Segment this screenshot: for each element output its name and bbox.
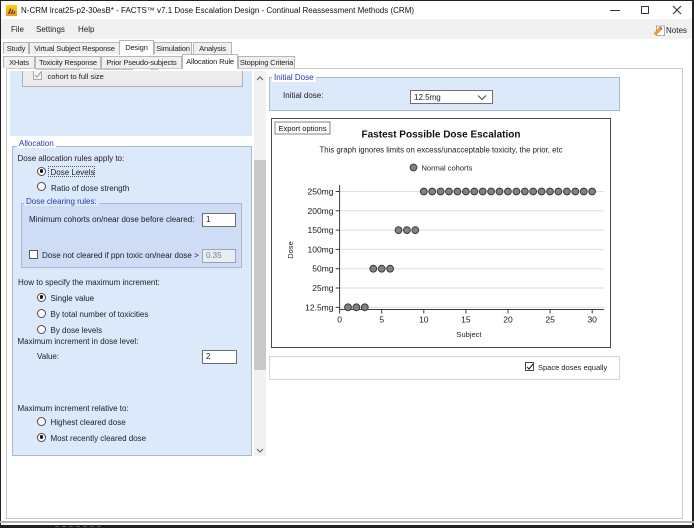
svg-text:10: 10: [419, 315, 429, 325]
svg-text:This graph ignores limits on e: This graph ignores limits on excess/unac…: [320, 146, 563, 155]
svg-text:150mg: 150mg: [308, 225, 334, 235]
svg-text:30: 30: [587, 315, 597, 325]
svg-text:50mg: 50mg: [312, 264, 334, 274]
svg-text:15: 15: [461, 315, 471, 325]
svg-text:Dose: Dose: [286, 241, 295, 259]
svg-text:25: 25: [545, 315, 555, 325]
svg-text:100mg: 100mg: [308, 244, 334, 254]
svg-text:200mg: 200mg: [308, 206, 334, 216]
svg-text:250mg: 250mg: [308, 187, 334, 197]
svg-text:Normal cohorts: Normal cohorts: [422, 164, 473, 173]
svg-text:20: 20: [503, 315, 513, 325]
svg-text:25mg: 25mg: [312, 283, 334, 293]
svg-text:Export options: Export options: [279, 124, 327, 133]
svg-text:0: 0: [337, 315, 342, 325]
svg-text:5: 5: [379, 315, 384, 325]
svg-text:Subject: Subject: [456, 330, 482, 339]
svg-text:12.5mg: 12.5mg: [305, 302, 334, 312]
svg-text:Fastest Possible Dose Escalati: Fastest Possible Dose Escalation: [362, 130, 521, 141]
